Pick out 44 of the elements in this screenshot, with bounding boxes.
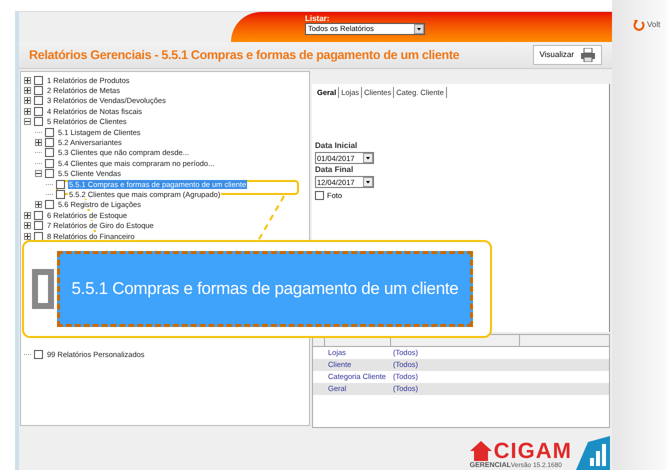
checkbox[interactable] xyxy=(315,191,324,200)
checkbox[interactable] xyxy=(34,86,43,96)
checkbox[interactable] xyxy=(34,210,43,220)
magnified-item: 5.5.1 Compras e formas de pagamento de um cliente xyxy=(57,251,473,327)
checkbox[interactable] xyxy=(32,269,54,309)
checkbox[interactable] xyxy=(45,169,54,178)
checkbox[interactable] xyxy=(45,200,54,210)
expand-icon[interactable] xyxy=(24,212,31,219)
checkbox[interactable] xyxy=(34,350,43,359)
expand-icon[interactable] xyxy=(24,222,31,230)
expand-icon[interactable] xyxy=(24,97,31,104)
preview-button[interactable]: Visualizar xyxy=(533,45,602,65)
dropdown-icon xyxy=(363,177,373,188)
checkbox[interactable] xyxy=(45,128,54,137)
field-label: Data Inicial xyxy=(315,140,358,152)
house-icon xyxy=(470,441,492,461)
collapse-icon[interactable] xyxy=(24,118,31,126)
checkbox[interactable] xyxy=(45,138,54,148)
checkbox[interactable] xyxy=(34,76,43,85)
expand-icon[interactable] xyxy=(24,108,31,115)
checkbox[interactable] xyxy=(34,232,43,241)
checkbox[interactable] xyxy=(56,190,65,199)
checkbox[interactable] xyxy=(34,96,43,106)
bar-chart-icon xyxy=(576,436,610,470)
checkbox[interactable] xyxy=(45,158,54,168)
dropdown-icon xyxy=(414,24,424,34)
back-button[interactable]: Volt xyxy=(633,19,660,31)
collapse-icon[interactable] xyxy=(35,170,42,178)
list-label: Listar: xyxy=(305,14,330,23)
dropdown-icon xyxy=(363,153,373,164)
checkbox[interactable] xyxy=(34,117,43,126)
expand-icon[interactable] xyxy=(24,232,31,240)
checkbox[interactable] xyxy=(34,106,43,116)
field-label: Data Final xyxy=(315,164,354,176)
checkbox[interactable] xyxy=(34,221,43,230)
expand-icon[interactable] xyxy=(35,139,42,146)
checkbox[interactable] xyxy=(45,148,54,158)
page-title: Relatórios Gerenciais - 5.5.1 Compras e formas de pagamento de um cliente xyxy=(29,46,460,64)
printer-icon xyxy=(580,48,596,62)
expand-icon[interactable] xyxy=(24,76,31,84)
expand-icon[interactable] xyxy=(24,87,31,94)
expand-icon[interactable] xyxy=(35,201,42,208)
refresh-icon xyxy=(633,19,645,31)
checkbox[interactable] xyxy=(56,180,65,189)
